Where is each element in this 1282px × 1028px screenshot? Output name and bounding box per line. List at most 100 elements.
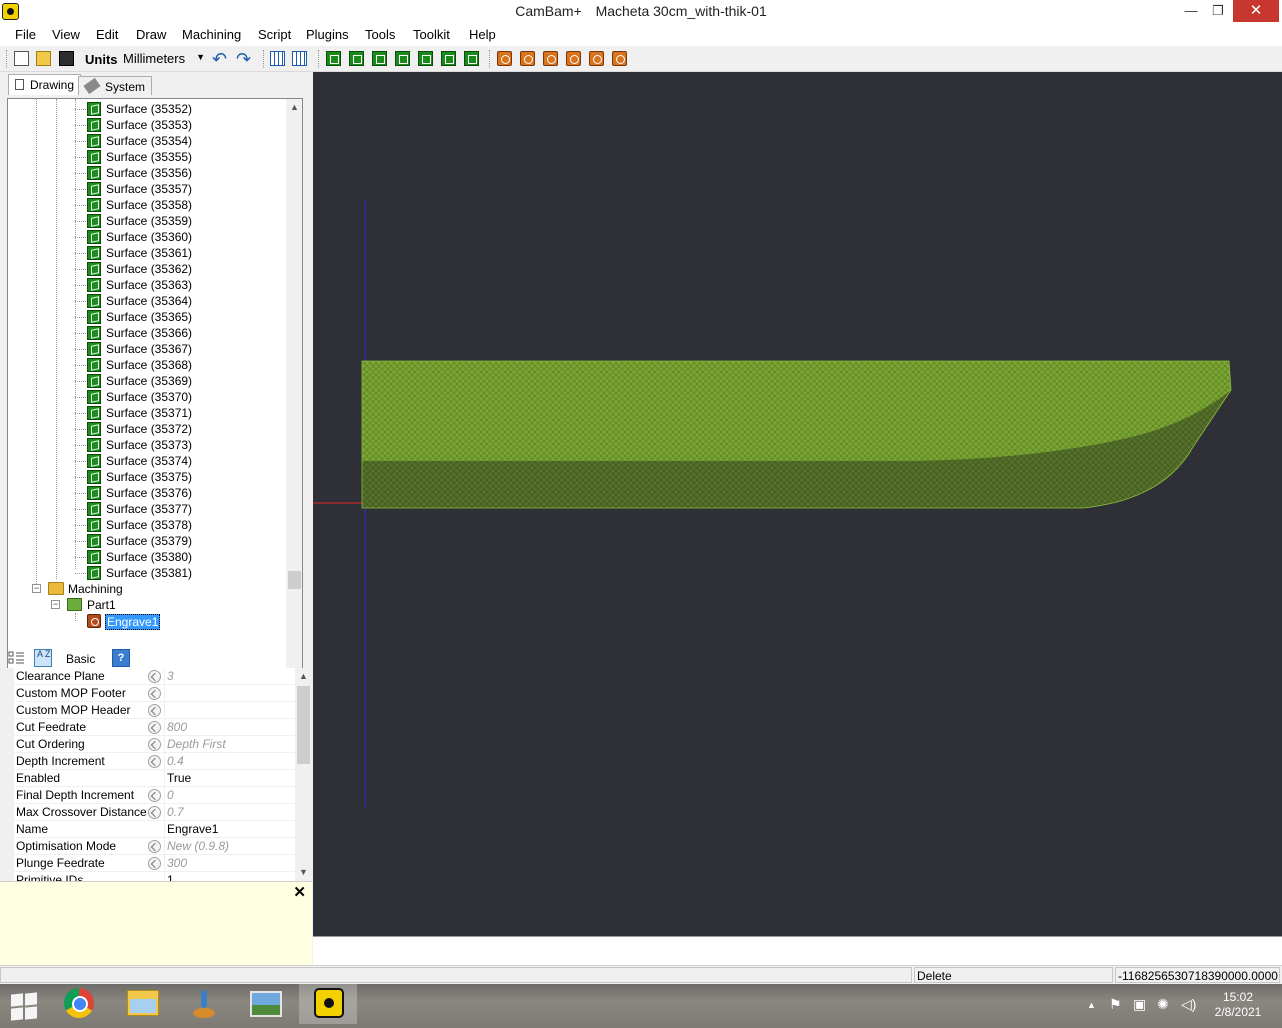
menu-toolkit[interactable]: Toolkit [413,27,450,42]
profile-op-icon[interactable] [497,51,512,66]
grid-icon[interactable] [292,51,307,66]
engrave-op-icon[interactable] [543,51,558,66]
undo-icon[interactable]: ↶ [212,49,227,70]
minimize-button[interactable]: — [1176,0,1206,22]
tree-item-surface[interactable]: Surface (35379) [8,533,288,549]
menu-edit[interactable]: Edit [96,27,118,42]
generate-gcode-icon[interactable] [612,51,627,66]
tree-item-surface[interactable]: Surface (35375) [8,469,288,485]
tree-item-surface[interactable]: Surface (35371) [8,405,288,421]
draw-text-icon[interactable] [418,51,433,66]
property-value[interactable]: True [165,770,295,786]
default-toggle-icon[interactable] [148,687,161,700]
redo-icon[interactable]: ↷ [236,49,251,70]
tab-drawing[interactable]: Drawing [8,74,82,95]
draw-rectangle-icon[interactable] [395,51,410,66]
draw-circle-icon[interactable] [349,51,364,66]
scroll-down-icon[interactable]: ▼ [295,864,312,881]
property-row[interactable]: Custom MOP Header [0,702,296,719]
property-row[interactable]: Plunge Feedrate 300 [0,855,296,872]
tree-item-surface[interactable]: Surface (35357) [8,181,288,197]
lathe-op-icon[interactable] [589,51,604,66]
categorized-icon[interactable] [8,649,26,667]
snap-icon[interactable] [270,51,285,66]
tree-item-surface[interactable]: Surface (35356) [8,165,288,181]
tree-item-surface[interactable]: Surface (35359) [8,213,288,229]
taskbar-cambam[interactable] [299,984,357,1024]
alphabetical-sort-icon[interactable]: A Z [34,649,52,667]
default-toggle-icon[interactable] [148,670,161,683]
flag-icon[interactable]: ⚑ [1109,996,1122,1013]
menu-plugins[interactable]: Plugins [306,27,349,42]
property-value[interactable]: Depth First [165,736,295,752]
default-toggle-icon[interactable] [148,789,161,802]
tree-item-surface[interactable]: Surface (35354) [8,133,288,149]
default-toggle-icon[interactable] [148,857,161,870]
tree-item-surface[interactable]: Surface (35377) [8,501,288,517]
tree-item-surface[interactable]: Surface (35367) [8,341,288,357]
draw-polyline-icon[interactable] [326,51,341,66]
tree-item-surface[interactable]: Surface (35369) [8,373,288,389]
default-toggle-icon[interactable] [148,840,161,853]
tree-item-surface[interactable]: Surface (35380) [8,549,288,565]
property-scrollbar[interactable]: ▲ ▼ [295,668,312,883]
drill-op-icon[interactable] [566,51,581,66]
tray-overflow-icon[interactable]: ▲ [1087,1000,1096,1010]
property-row[interactable]: Custom MOP Footer [0,685,296,702]
drawing-viewport[interactable] [313,72,1282,936]
menu-tools[interactable]: Tools [365,27,395,42]
tree-item-surface[interactable]: Surface (35372) [8,421,288,437]
property-row[interactable]: Final Depth Increment 0 [0,787,296,804]
draw-points-icon[interactable] [372,51,387,66]
property-value[interactable] [165,685,295,701]
menu-help[interactable]: Help [469,27,496,42]
property-value[interactable]: 300 [165,855,295,871]
taskbar-file-explorer[interactable] [113,984,171,1024]
save-icon[interactable] [59,51,74,66]
property-value[interactable]: 0.4 [165,753,295,769]
property-row[interactable]: Enabled True [0,770,296,787]
menu-machining[interactable]: Machining [182,27,241,42]
new-file-icon[interactable] [14,51,29,66]
tree-item-surface[interactable]: Surface (35370) [8,389,288,405]
system-clock[interactable]: 15:02 2/8/2021 [1208,990,1268,1020]
tree-item-surface[interactable]: Surface (35378) [8,517,288,533]
taskbar-photo-viewer[interactable] [237,984,295,1024]
units-dropdown[interactable]: Millimeters ▼ [120,49,208,69]
taskbar-ground-station[interactable] [175,984,233,1024]
tree-item-surface[interactable]: Surface (35360) [8,229,288,245]
scroll-thumb[interactable] [288,571,301,589]
tree-item-surface[interactable]: Surface (35362) [8,261,288,277]
default-toggle-icon[interactable] [148,721,161,734]
property-value[interactable]: 0 [165,787,295,803]
property-row[interactable]: Clearance Plane 3 [0,668,296,685]
menu-draw[interactable]: Draw [136,27,166,42]
property-value[interactable]: Engrave1 [165,821,295,837]
open-folder-icon[interactable] [36,51,51,66]
menu-file[interactable]: File [15,27,36,42]
tree-scrollbar[interactable]: ▲ ▼ [286,99,302,705]
property-row[interactable]: Name Engrave1 [0,821,296,838]
default-toggle-icon[interactable] [148,738,161,751]
menu-script[interactable]: Script [258,27,291,42]
tree-item-surface[interactable]: Surface (35366) [8,325,288,341]
collapse-toggle[interactable]: − [51,600,60,609]
menu-view[interactable]: View [52,27,80,42]
property-value[interactable] [165,702,295,718]
drawing-tree[interactable]: Surface (35352) Surface (35353) Surface (3… [7,98,303,706]
draw-region-icon[interactable] [441,51,456,66]
tree-item-machining[interactable]: − Machining [8,581,288,597]
tree-item-surface[interactable]: Surface (35363) [8,277,288,293]
property-row[interactable]: Cut Feedrate 800 [0,719,296,736]
draw-surface-icon[interactable] [464,51,479,66]
tree-item-surface[interactable]: Surface (35368) [8,357,288,373]
default-toggle-icon[interactable] [148,704,161,717]
property-row[interactable]: Optimisation Mode New (0.9.8) [0,838,296,855]
property-value[interactable]: 0.7 [165,804,295,820]
default-toggle-icon[interactable] [148,806,161,819]
scroll-thumb[interactable] [297,686,310,764]
command-console[interactable] [313,936,1282,965]
tree-item-surface[interactable]: Surface (35376) [8,485,288,501]
tree-item-surface[interactable]: Surface (35355) [8,149,288,165]
property-view-label[interactable]: Basic [66,652,95,666]
